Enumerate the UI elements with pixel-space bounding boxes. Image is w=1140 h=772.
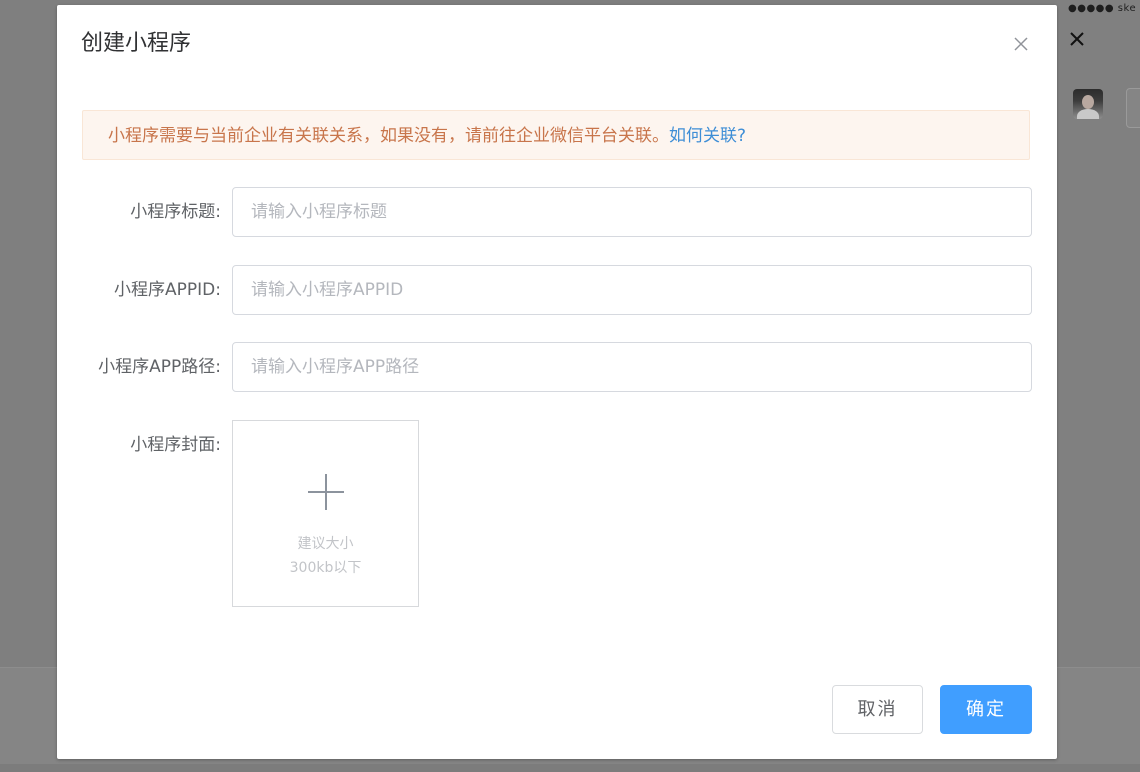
background-footer-strip xyxy=(0,764,1140,772)
app-path-input[interactable] xyxy=(232,342,1032,392)
alert-message: 小程序需要与当前企业有关联关系，如果没有，请前往企业微信平台关联。 xyxy=(108,126,669,146)
background-status-text: ●●●●● ske xyxy=(1068,3,1137,14)
association-alert: 小程序需要与当前企业有关联关系，如果没有，请前往企业微信平台关联。如何关联? xyxy=(82,110,1030,160)
close-icon[interactable] xyxy=(1012,35,1030,53)
confirm-button[interactable]: 确定 xyxy=(940,685,1032,734)
alert-text-container: 小程序需要与当前企业有关联关系，如果没有，请前往企业微信平台关联。如何关联? xyxy=(108,124,746,148)
background-input xyxy=(1126,88,1140,128)
plus-icon xyxy=(307,473,345,511)
appid-input[interactable] xyxy=(232,265,1032,315)
upload-hint-size: 建议大小 xyxy=(297,536,354,552)
appid-label: 小程序APPID: xyxy=(114,280,221,300)
upload-hint-limit: 300kb以下 xyxy=(289,560,362,576)
app-path-label: 小程序APP路径: xyxy=(98,357,221,377)
cover-label: 小程序封面: xyxy=(130,435,221,455)
title-label: 小程序标题: xyxy=(130,202,221,222)
create-miniprogram-dialog: 创建小程序 小程序需要与当前企业有关联关系，如果没有，请前往企业微信平台关联。如… xyxy=(57,5,1057,759)
title-input[interactable] xyxy=(232,187,1032,237)
how-to-associate-link[interactable]: 如何关联? xyxy=(669,126,746,146)
background-avatar xyxy=(1073,89,1103,119)
cover-upload[interactable]: 建议大小 300kb以下 xyxy=(232,420,419,607)
dialog-title: 创建小程序 xyxy=(81,31,192,56)
cancel-button[interactable]: 取消 xyxy=(832,685,923,734)
background-close-icon xyxy=(1068,30,1086,48)
